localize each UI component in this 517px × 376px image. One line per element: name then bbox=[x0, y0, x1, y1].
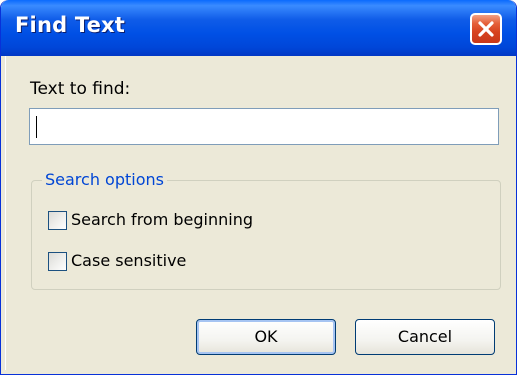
title-bar[interactable]: Find Text bbox=[1, 0, 516, 56]
cancel-button[interactable]: Cancel bbox=[355, 319, 495, 355]
text-caret bbox=[36, 116, 37, 138]
search-options-group bbox=[31, 180, 501, 290]
search-from-beginning-label[interactable]: Search from beginning bbox=[71, 210, 253, 229]
search-options-legend: Search options bbox=[42, 170, 167, 189]
ok-button[interactable]: OK bbox=[196, 319, 336, 355]
text-to-find-input[interactable] bbox=[29, 108, 499, 145]
close-button[interactable] bbox=[470, 13, 502, 45]
text-to-find-label: Text to find: bbox=[30, 79, 131, 99]
case-sensitive-label[interactable]: Case sensitive bbox=[71, 251, 186, 270]
dialog-title: Find Text bbox=[15, 13, 125, 37]
close-icon bbox=[478, 21, 494, 37]
search-from-beginning-checkbox[interactable] bbox=[48, 211, 67, 230]
case-sensitive-checkbox[interactable] bbox=[48, 252, 67, 271]
